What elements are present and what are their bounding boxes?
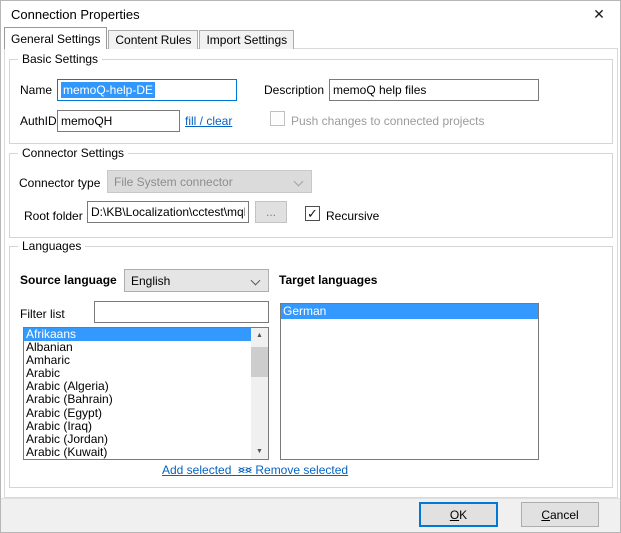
push-changes-checkbox[interactable] [270,111,285,126]
list-item[interactable]: German [281,304,538,319]
target-languages-listbox[interactable]: German [280,303,539,460]
list-item[interactable]: Arabic (Algeria) [24,380,251,393]
browse-button[interactable]: ... [255,201,287,223]
source-language-value: English [131,274,246,288]
list-item[interactable]: Arabic (Kuwait) [24,446,251,459]
recursive-checkbox[interactable]: ✓ [305,206,320,221]
titlebar: Connection Properties ✕ [1,1,620,28]
connector-settings-legend: Connector Settings [18,146,128,160]
list-item[interactable]: Amharic [24,354,251,367]
tab-import-settings[interactable]: Import Settings [199,30,294,49]
filter-list-input[interactable] [94,301,269,323]
languages-legend: Languages [18,239,85,253]
recursive-label: Recursive [326,209,379,223]
push-changes-label: Push changes to connected projects [291,114,484,128]
basic-settings-legend: Basic Settings [18,52,102,66]
ok-button[interactable]: OK [419,502,498,527]
list-item[interactable]: Arabic (Iraq) [24,420,251,433]
source-language-dropdown[interactable]: English [124,269,269,292]
source-language-items: AfrikaansAlbanianAmharicArabicArabic (Al… [24,328,251,459]
description-input[interactable] [329,79,539,101]
window-title: Connection Properties [11,7,140,22]
name-input[interactable]: memoQ-help-DE [57,79,237,101]
list-item[interactable]: Arabic [24,367,251,380]
connector-type-value: File System connector [114,175,289,189]
description-label: Description [264,83,324,97]
chevron-down-icon [294,177,304,187]
root-folder-input[interactable] [87,201,249,223]
list-item[interactable]: Arabic (Jordan) [24,433,251,446]
list-item[interactable]: Albanian [24,341,251,354]
scroll-up-icon[interactable]: ▲ [251,328,268,343]
tab-bar: General Settings Content Rules Import Se… [4,27,295,49]
list-item[interactable]: Arabic (Bahrain) [24,393,251,406]
connection-properties-dialog: Connection Properties ✕ General Settings… [0,0,621,533]
filter-list-label: Filter list [20,307,65,321]
close-icon[interactable]: ✕ [578,1,620,27]
scrollbar-thumb[interactable] [251,347,268,377]
authid-input[interactable] [57,110,180,132]
source-language-listbox[interactable]: AfrikaansAlbanianAmharicArabicArabic (Al… [23,327,269,460]
footer: OK Cancel [1,498,620,533]
checkmark-icon: ✓ [306,207,319,220]
target-language-items: German [281,304,538,459]
tab-content-rules[interactable]: Content Rules [108,30,198,49]
remove-selected-link[interactable]: << Remove selected [238,463,348,477]
name-selected-text: memoQ-help-DE [61,82,155,98]
tab-general-settings[interactable]: General Settings [4,27,107,49]
authid-label: AuthID [20,114,57,128]
scroll-down-icon[interactable]: ▼ [251,444,268,459]
chevron-down-icon [251,276,261,286]
connector-type-label: Connector type [19,176,100,190]
fill-clear-link[interactable]: fill / clear [185,114,232,128]
connector-settings-group: Connector Settings Connector type File S… [9,153,613,238]
name-label: Name [20,83,52,97]
list-item[interactable]: Arabic (Egypt) [24,407,251,420]
connector-type-dropdown[interactable]: File System connector [107,170,312,193]
root-folder-label: Root folder [24,209,83,223]
list-item[interactable]: Afrikaans [24,328,251,341]
target-languages-label: Target languages [279,273,377,287]
cancel-button[interactable]: Cancel [521,502,599,527]
basic-settings-group: Basic Settings Name memoQ-help-DE Descri… [9,59,613,144]
scrollbar[interactable]: ▲ ▼ [251,328,268,459]
languages-group: Languages Source language English Target… [9,246,613,488]
source-language-label: Source language [20,273,117,287]
